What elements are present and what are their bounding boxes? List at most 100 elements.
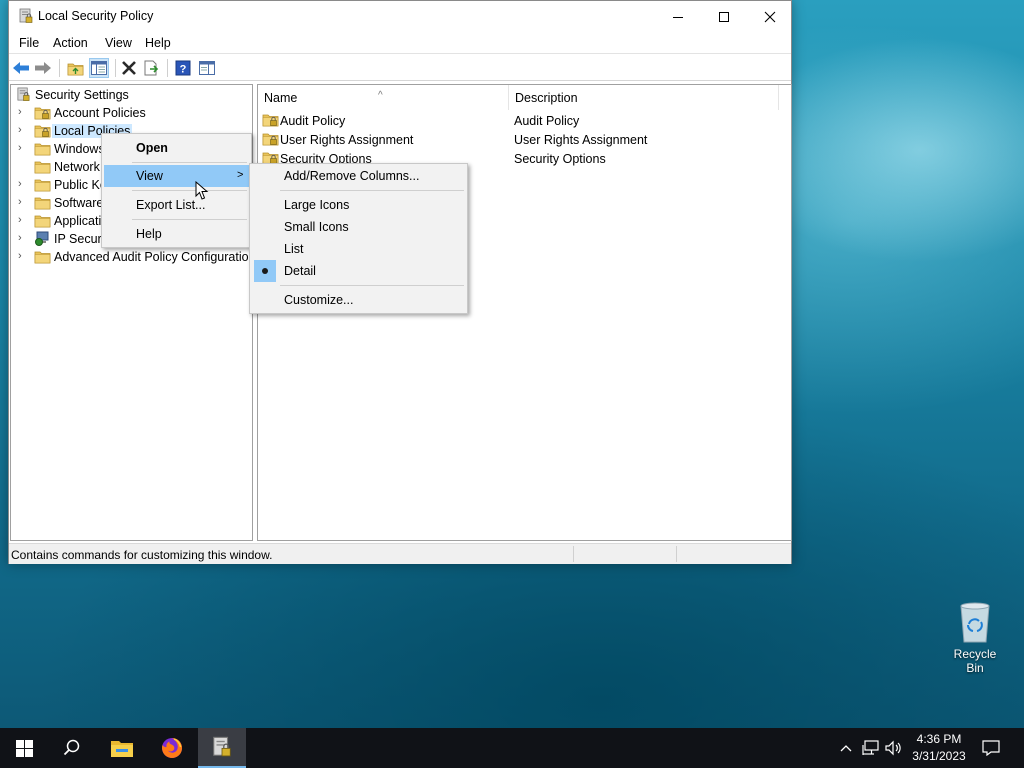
menu-action[interactable]: Action (53, 36, 88, 50)
list-item-user-rights-assignment[interactable]: User Rights Assignment User Rights Assig… (258, 130, 791, 149)
chevron-right-icon[interactable]: › (18, 106, 28, 118)
windows-logo-icon (15, 739, 33, 757)
column-header-label: Name (264, 91, 298, 105)
submenu-detail[interactable]: Detail (252, 260, 465, 282)
clock[interactable]: 4:36 PM 3/31/2023 (906, 731, 972, 765)
column-header-label: Description (515, 91, 578, 105)
toolbar: ? (9, 55, 791, 81)
security-policy-app-icon (18, 8, 34, 24)
tree-item-label: Software (54, 196, 104, 210)
tree-item-label: Network (54, 160, 100, 174)
tree-item-label: Advanced Audit Policy Configuration (54, 250, 253, 264)
chevron-right-icon[interactable]: › (18, 232, 28, 244)
window-title: Local Security Policy (38, 9, 154, 23)
help-book-icon: ? (175, 60, 191, 76)
export-list-button[interactable] (142, 58, 162, 78)
list-item-description: Security Options (514, 152, 606, 166)
column-header-name[interactable]: Name ^ (258, 85, 509, 110)
speaker-icon (885, 740, 901, 756)
submenu-customize[interactable]: Customize... (252, 289, 465, 311)
list-item-name: User Rights Assignment (280, 133, 414, 147)
tree-item-label: Public Ke (54, 178, 107, 192)
clock-date: 3/31/2023 (912, 749, 966, 763)
up-one-level-button[interactable] (65, 58, 85, 78)
minimize-button[interactable] (655, 1, 701, 32)
delete-x-icon (122, 61, 136, 75)
submenu-arrow-icon: > (237, 169, 244, 181)
chevron-right-icon[interactable]: › (18, 124, 28, 136)
help-button[interactable]: ? (173, 58, 193, 78)
security-settings-icon (15, 87, 32, 102)
menu-separator (132, 219, 247, 220)
menu-file[interactable]: File (19, 36, 39, 50)
search-icon (63, 739, 80, 756)
firefox-button[interactable] (148, 728, 196, 768)
back-button[interactable] (11, 58, 31, 78)
sort-ascending-icon: ^ (378, 90, 383, 101)
title-bar[interactable]: Local Security Policy (9, 1, 791, 32)
tree-item-label: IP Securi (54, 232, 105, 246)
submenu-small-icons[interactable]: Small Icons (252, 216, 465, 238)
forward-button[interactable] (33, 58, 53, 78)
maximize-button[interactable] (701, 1, 747, 32)
svg-text:?: ? (180, 64, 187, 76)
menu-item-label: Help (136, 227, 162, 241)
menu-item-label: Large Icons (284, 198, 350, 212)
mouse-pointer-icon (195, 181, 209, 200)
volume-tray-button[interactable] (884, 728, 904, 768)
show-hidden-icons-button[interactable] (838, 728, 854, 768)
tree-item-label: Security Settings (35, 88, 129, 102)
submenu-large-icons[interactable]: Large Icons (252, 194, 465, 216)
network-tray-button[interactable] (860, 728, 882, 768)
chevron-right-icon[interactable]: › (18, 214, 28, 226)
toolbar-separator (167, 59, 168, 77)
list-item-name: Audit Policy (280, 114, 346, 128)
recycle-bin-desktop-icon[interactable]: Recycle Bin (944, 600, 1006, 675)
notification-icon (982, 740, 1000, 756)
context-menu: Open View > Export List... Help (101, 133, 252, 248)
status-divider (676, 546, 677, 562)
firefox-icon (162, 737, 183, 758)
chevron-right-icon[interactable]: › (18, 250, 28, 262)
search-button[interactable] (48, 728, 96, 768)
menu-separator (280, 190, 464, 191)
file-explorer-icon (111, 741, 133, 757)
context-menu-help[interactable]: Help (104, 223, 249, 245)
action-center-button[interactable] (978, 728, 1004, 768)
chevron-right-icon[interactable]: › (18, 142, 28, 154)
folder-icon (34, 195, 51, 210)
delete-button[interactable] (119, 58, 139, 78)
folder-lock-icon (262, 131, 279, 146)
chevron-right-icon[interactable]: › (18, 196, 28, 208)
menu-item-label: View (136, 169, 163, 183)
minimize-icon (673, 16, 683, 18)
menu-separator (132, 190, 247, 191)
menu-help[interactable]: Help (145, 36, 171, 50)
folder-icon (34, 249, 51, 264)
toolbar-separator (115, 59, 116, 77)
view-submenu: Add/Remove Columns... Large Icons Small … (249, 163, 468, 314)
chevron-right-icon[interactable]: › (18, 178, 28, 190)
context-menu-open[interactable]: Open (104, 137, 249, 159)
local-security-policy-taskbar-button[interactable] (198, 728, 246, 768)
list-item-audit-policy[interactable]: Audit Policy Audit Policy (258, 111, 791, 130)
menu-view[interactable]: View (105, 36, 132, 50)
column-header-description[interactable]: Description (509, 85, 779, 110)
selected-bullet-icon (254, 260, 276, 282)
forward-arrow-icon (35, 62, 51, 74)
submenu-add-remove-columns[interactable]: Add/Remove Columns... (252, 165, 465, 187)
close-button[interactable] (747, 1, 793, 32)
tree-item-label: Account Policies (54, 106, 146, 120)
maximize-icon (719, 11, 729, 22)
show-hide-console-tree-button[interactable] (89, 58, 109, 78)
status-bar: Contains commands for customizing this w… (9, 543, 791, 564)
show-hide-action-pane-button[interactable] (197, 58, 217, 78)
folder-icon (34, 177, 51, 192)
folder-icon (34, 159, 51, 174)
submenu-list[interactable]: List (252, 238, 465, 260)
network-icon (862, 740, 879, 755)
file-explorer-button[interactable] (98, 728, 146, 768)
context-menu-view[interactable]: View > (104, 165, 249, 187)
start-button[interactable] (0, 728, 48, 768)
context-menu-export-list[interactable]: Export List... (104, 194, 249, 216)
